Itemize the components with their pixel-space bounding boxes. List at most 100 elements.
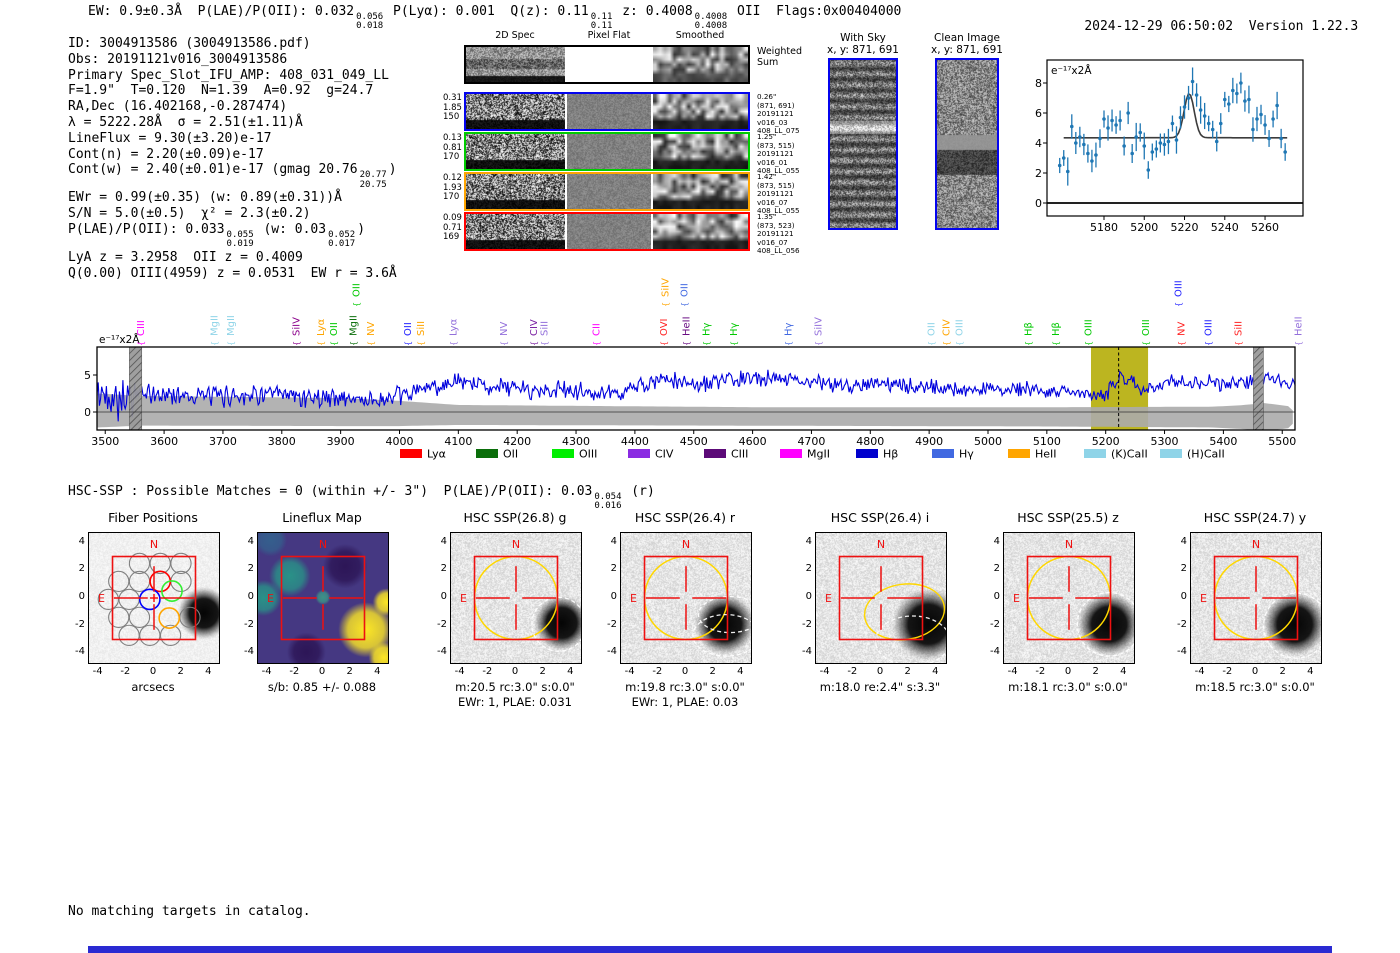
line-legend: Lyα OII OIII CIV CIII MgII Hβ Hγ HeII (K)CaII (H)C… (400, 448, 1225, 461)
svg-text:NV: NV (499, 322, 510, 336)
cutout-xtick: 4 (1307, 666, 1314, 677)
svg-text:{: { (500, 341, 509, 346)
cutout-xtick: 0 (318, 666, 326, 677)
svg-text:CIV: CIV (655, 448, 674, 461)
info-line: Primary Spec_Slot_IFU_AMP: 408_031_049_L… (68, 67, 389, 83)
info-line: λ = 5222.28Å σ = 2.51(±1.11)Å (68, 114, 303, 130)
spec2d-image (653, 47, 748, 82)
cutout-ytick: -2 (607, 618, 617, 630)
svg-text:4200: 4200 (503, 435, 531, 448)
svg-text:{: { (702, 341, 711, 346)
spec2d-image (567, 174, 651, 209)
svg-text:4800: 4800 (856, 435, 884, 448)
cutout-xtick: -4 (1194, 666, 1205, 677)
svg-text:5200: 5200 (1130, 221, 1158, 234)
cutout-ytick: -4 (990, 646, 1000, 658)
cutout-xtick: -2 (120, 666, 131, 677)
cutout-ytick: -2 (75, 618, 85, 630)
svg-text:HeII: HeII (1035, 448, 1057, 461)
spec2d-row (464, 212, 750, 251)
svg-text:5220: 5220 (1171, 221, 1199, 234)
cutout-ytick: 2 (610, 563, 617, 575)
info-line: EWr = 0.99(±0.35) (w: 0.89(±0.31))Å (68, 190, 342, 206)
svg-text:{: { (136, 341, 145, 346)
svg-text:5000: 5000 (974, 435, 1002, 448)
spec2d-column-header: Smoothed (675, 30, 725, 41)
cutout-ytick: 4 (78, 535, 85, 547)
cutout-xtick: 4 (205, 666, 212, 677)
cutout-ytick: 0 (805, 591, 812, 602)
cutout-xtick: -2 (1035, 666, 1046, 677)
svg-text:5500: 5500 (1268, 435, 1296, 448)
cutout-ytick: 2 (805, 563, 812, 575)
svg-text:{: { (292, 341, 301, 346)
cutout-xtick: 0 (1251, 666, 1259, 677)
spec2d-image (466, 134, 565, 169)
line-fit-inset-chart: 0 2 4 6 8 5180 5200 5220 5240 5260 e⁻¹⁷x2Å (1035, 59, 1304, 234)
svg-text:{: { (660, 341, 669, 346)
svg-text:8: 8 (1035, 77, 1042, 90)
svg-text:Hβ: Hβ (883, 448, 898, 461)
report-version: Version 1.22.3 (1248, 19, 1359, 34)
spec2d-image (466, 47, 565, 82)
cutout-frame: NE (1003, 532, 1135, 664)
svg-text:(K)CaII: (K)CaII (1111, 448, 1148, 461)
cutout-ytick: 0 (610, 591, 617, 602)
cutout-ytick: -2 (437, 618, 447, 630)
cutout-ytick: 0 (993, 591, 1000, 602)
svg-text:Lyα: Lyα (427, 448, 446, 461)
cutout-3: HSC SSP(26.8) g N E -4 -4 -2 -2 0 0 2 2 4 4 m:20.5 rc… (430, 510, 600, 725)
info-line: F=1.9" T=0.120 N=1.39 A=0.92 g=24.7 (68, 83, 374, 99)
svg-text:Lyα: Lyα (316, 318, 327, 336)
svg-text:4: 4 (1035, 137, 1042, 150)
cutout-ytick: 2 (78, 563, 85, 575)
cutout-caption: s/b: 0.85 +/- 0.088 (267, 680, 377, 694)
sky-panel-title: With Sky (840, 32, 886, 44)
svg-text:3600: 3600 (150, 435, 178, 448)
cutout-xtick: 0 (149, 666, 157, 677)
svg-text:{: { (1052, 341, 1061, 346)
svg-text:HeII: HeII (1294, 316, 1305, 336)
spec2d-image (466, 174, 565, 209)
cutout-ytick: 0 (1180, 591, 1187, 602)
cutout-ytick: 4 (610, 535, 617, 547)
spec2d-row (464, 92, 750, 131)
info-line: LineFlux = 9.30(±3.20)e-17 (68, 130, 272, 146)
info-line: RA,Dec (16.402168,-0.287474) (68, 99, 288, 115)
svg-text:{: { (1294, 341, 1303, 346)
svg-text:{: { (404, 341, 413, 346)
cutout-caption: EWr: 1, PLAE: 0.03 (631, 695, 739, 709)
svg-text:{: { (367, 341, 376, 346)
svg-text:4900: 4900 (915, 435, 943, 448)
cutout-xtick: -4 (261, 666, 272, 677)
cutout-caption: m:18.1 rc:3.0" s:0.0" (1008, 680, 1128, 694)
svg-text:{: { (349, 341, 358, 346)
cutout-title: Lineflux Map (282, 510, 362, 525)
svg-text:4300: 4300 (562, 435, 590, 448)
cutout-overlay: NE (460, 538, 581, 652)
spec2d-image (466, 94, 565, 129)
cutout-xtick: 2 (177, 666, 184, 677)
svg-text:{: { (329, 341, 338, 346)
cutout-frame: NE (88, 532, 220, 664)
cutout-overlay: NE (97, 538, 201, 646)
svg-text:Lyα: Lyα (448, 318, 459, 336)
svg-text:E: E (460, 592, 467, 605)
cutout-xtick: 4 (374, 666, 381, 677)
svg-text:N: N (1252, 538, 1260, 551)
spec2d-row-weights: 0.31 1.85 150 (443, 93, 462, 123)
svg-text:OII: OII (680, 283, 691, 297)
cutout-xtick: -2 (652, 666, 663, 677)
svg-text:OVI: OVI (659, 319, 670, 337)
svg-text:e⁻¹⁷x2Å: e⁻¹⁷x2Å (1051, 64, 1092, 77)
svg-text:OIII: OIII (1083, 319, 1094, 336)
sky-panel-coords: x, y: 871, 691 (931, 43, 1003, 56)
cutout-overlay: NE (825, 538, 946, 663)
cutout-ytick: 0 (78, 591, 85, 602)
svg-text:5400: 5400 (1209, 435, 1237, 448)
svg-text:OIII: OIII (579, 448, 597, 461)
spec2d-image (653, 134, 748, 169)
cutout-xtick: -4 (1007, 666, 1018, 677)
spec2d-image (466, 214, 565, 249)
with_sky-panel: With Sky x, y: 871, 691 (826, 32, 900, 230)
